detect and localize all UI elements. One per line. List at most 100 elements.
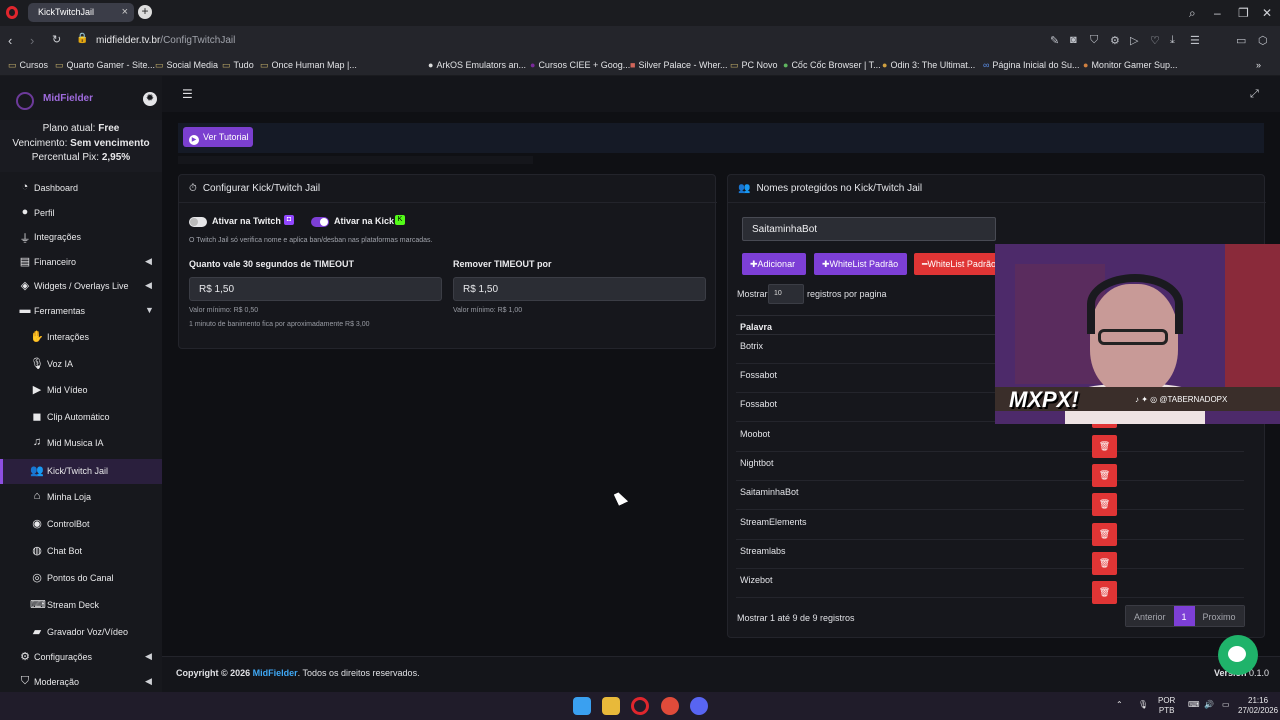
sidebar-item-musica[interactable]: ♫ Mid Musica IA [0,431,162,456]
whitelist-add-button[interactable]: ✚WhiteList Padrão [814,253,907,275]
bookmark[interactable]: ● Cốc Cốc Browser | T... [783,60,881,70]
tray-chevron-icon[interactable]: ⌃ [1116,700,1123,710]
sidebar-item-kick-twitch-jail[interactable]: 👥 Kick/Twitch Jail [0,459,162,484]
bookmarks-bar: ▭ Cursos ▭ Quarto Gamer - Site... ▭ Social … [0,54,1280,76]
minimize-icon[interactable]: – [1214,6,1221,20]
bookmark[interactable]: ▭ Once Human Map |... [260,60,357,71]
sidebar-item-controlbot[interactable]: ◉ ControlBot [0,512,162,537]
restore-icon[interactable]: ❐ [1238,6,1249,20]
twitch-toggle[interactable] [189,217,207,227]
theme-gear-icon[interactable]: ✹ [143,92,157,106]
camera-icon[interactable]: ◙ [1070,34,1077,46]
bookmark[interactable]: ■ Silver Palace - Wher... [630,60,727,70]
sidebar-item-voz-ia[interactable]: 🎙 Voz IA [0,352,162,377]
fullscreen-icon[interactable]: ⤢ [1250,88,1259,101]
extensions-icon[interactable]: ⬡ [1258,34,1268,47]
ver-tutorial-button[interactable]: ▶ Ver Tutorial [183,127,253,147]
table-row: Nightbot 🗑 [736,452,1244,487]
discord-icon[interactable] [690,697,708,715]
sidebar-item-configuracoes[interactable]: ⚙ Configurações ◀ [0,645,162,670]
sidebar-item-clip[interactable]: ◼ Clip Automático [0,405,162,430]
kick-toggle[interactable] [311,217,329,227]
delete-button[interactable]: 🗑 [1092,581,1117,604]
sidebar-item-stream-deck[interactable]: ⌨ Stream Deck [0,593,162,618]
plug-icon: ⏚ [19,233,31,245]
sidebar-toggle-icon[interactable]: ▭ [1236,34,1246,47]
edit-icon[interactable]: ✎ [1050,34,1059,47]
pager-page-1[interactable]: 1 [1173,606,1195,626]
opera-logo-icon[interactable] [6,6,18,19]
bookmark[interactable]: ∞ Página Inicial do Su... [983,60,1079,70]
users-icon: 👥 [738,183,751,194]
address-bar: ‹ › ↻ 🔒 midfielder.tv.br/ConfigTwitchJai… [0,26,1280,73]
recorder-icon: ▰ [32,626,42,638]
sidebar: MidFielder ✹ Plano atual: Free Venciment… [0,76,162,692]
sidebar-item-perfil[interactable]: ● Perfil [0,201,162,226]
sidebar-item-integracoes[interactable]: ⏚ Integrações [0,225,162,250]
menu-icon[interactable]: ☰ [1190,34,1200,47]
hamburger-menu-icon[interactable]: ☰ [182,87,193,101]
brand-link[interactable]: MidFielder [253,668,298,678]
bookmark[interactable]: ● Cursos CIEE + Goog... [530,60,630,70]
remove-timeout-input[interactable]: R$ 1,50 [453,277,706,301]
sidebar-item-gravador[interactable]: ▰ Gravador Voz/Vídeo [0,620,162,645]
sidebar-item-interacoes[interactable]: ✋ Interações [0,325,162,350]
music-icon: ♫ [32,436,42,448]
opera-taskbar-icon[interactable] [631,697,649,715]
bookmark[interactable]: ▭ Tudo [222,60,254,71]
chrome-icon[interactable] [661,697,679,715]
volume-icon[interactable]: 🔊 [1204,700,1214,710]
search-icon[interactable]: ⌕ [1189,6,1196,21]
shield-icon[interactable]: ⛉ [1090,34,1098,47]
pager-next[interactable]: Proximo [1194,606,1244,626]
heart-icon[interactable]: ♡ [1150,34,1160,47]
play-icon[interactable]: ▷ [1130,34,1138,47]
bookmark[interactable]: ● ArkOS Emulators an... [428,60,526,70]
page-length-select[interactable]: 10 [768,284,804,304]
bookmark[interactable]: ● Odin 3: The Ultimat... [882,60,975,70]
name-input[interactable]: SaitaminhaBot [742,217,996,241]
bookmark[interactable]: ▭ Quarto Gamer - Site... [55,60,155,71]
bookmark[interactable]: ▭ PC Novo [730,60,778,71]
close-window-icon[interactable]: ✕ [1262,6,1272,20]
bookmark[interactable]: ▭ Cursos [8,60,48,71]
close-tab-icon[interactable]: × [122,6,128,18]
sidebar-item-minha-loja[interactable]: ⌂ Minha Loja [0,485,162,510]
chat-support-icon[interactable] [1218,635,1258,675]
forward-icon[interactable]: › [30,33,34,48]
shield-icon: ⛉ [20,675,30,687]
sidebar-item-dashboard[interactable]: ◔ Dashboard [0,176,162,201]
more-bookmarks-icon[interactable]: » [1256,60,1261,70]
sidebar-item-chat-bot[interactable]: ◍ Chat Bot [0,539,162,564]
back-icon[interactable]: ‹ [8,33,12,48]
add-button[interactable]: ✚Adicionar [742,253,806,275]
pager-previous[interactable]: Anterior [1126,606,1174,626]
bookmark[interactable]: ● Monitor Gamer Sup... [1083,60,1177,70]
sidebar-item-mid-video[interactable]: ▶ Mid Vídeo [0,378,162,403]
timeout-value-input[interactable]: R$ 1,50 [189,277,442,301]
url-field[interactable]: midfielder.tv.br/ConfigTwitchJail [96,35,235,46]
browser-tab[interactable]: KickTwitchJail × [28,3,134,22]
sidebar-item-widgets[interactable]: ◈ Widgets / Overlays Live ◀ [0,274,162,299]
user-icon: ● [21,206,29,218]
whitelist-remove-button[interactable]: ━WhiteList Padrão [914,253,1008,275]
plus-icon: ✚ [750,259,758,269]
tray-mic-icon[interactable]: 🎙 [1138,700,1148,710]
windows-start-icon[interactable] [573,697,591,715]
language-indicator[interactable]: POR PTB [1158,696,1175,716]
battery-icon[interactable]: ▭ [1222,700,1230,710]
network-icon[interactable]: ⌨ [1188,700,1200,710]
sidebar-item-ferramentas[interactable]: ▬ Ferramentas ▼ [0,299,162,324]
new-tab-icon[interactable]: + [138,5,152,19]
easysetup-icon[interactable]: ⚙ [1110,34,1120,47]
sidebar-item-pontos[interactable]: ◎ Pontos do Canal [0,566,162,591]
column-header-palavra[interactable]: Palavra [740,322,772,332]
sidebar-item-financeiro[interactable]: ▤ Financeiro ◀ [0,250,162,275]
bookmark[interactable]: ▭ Social Media [155,60,218,71]
dashboard-icon: ◔ [21,181,29,193]
reload-icon[interactable]: ↻ [52,33,61,46]
brand-name[interactable]: MidFielder [43,93,93,104]
clock[interactable]: 21:16 27/02/2026 [1238,696,1278,716]
download-icon[interactable]: ⤓ [1170,34,1175,47]
file-explorer-icon[interactable] [602,697,620,715]
